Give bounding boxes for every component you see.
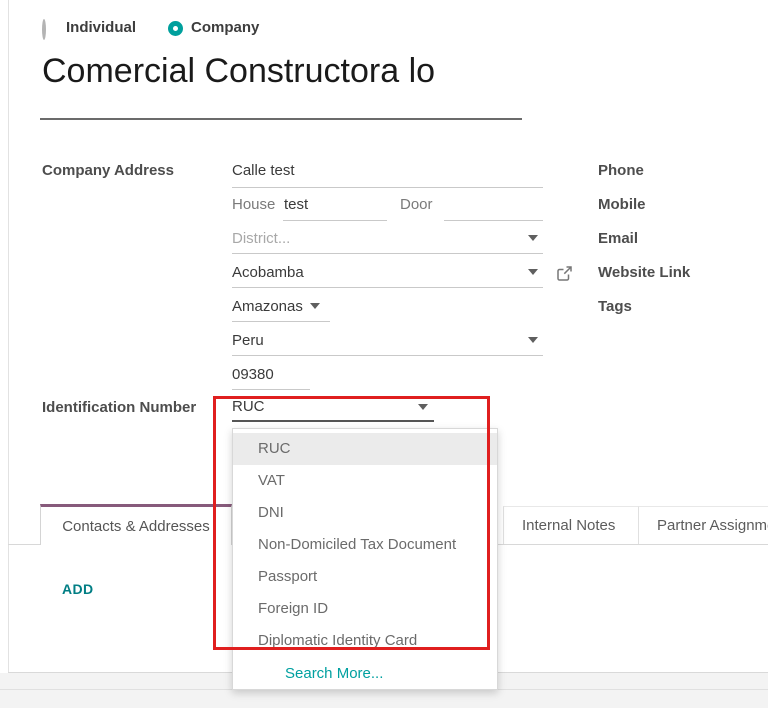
house-underline xyxy=(283,220,387,221)
tags-label: Tags xyxy=(598,298,632,315)
tab-internal-notes[interactable]: Internal Notes xyxy=(503,506,638,544)
tab-partner-assignment-label: Partner Assignment xyxy=(639,517,768,534)
radio-individual-label[interactable]: Individual xyxy=(66,19,136,36)
search-more-link[interactable]: Search More... xyxy=(233,657,497,690)
dropdown-item-foreign-id[interactable]: Foreign ID xyxy=(233,593,497,625)
mobile-label: Mobile xyxy=(598,196,646,213)
company-name-underline xyxy=(40,118,522,120)
identification-number-label: Identification Number xyxy=(42,399,196,416)
house-input[interactable]: test xyxy=(284,196,308,213)
dropdown-item-non-domiciled[interactable]: Non-Domiciled Tax Document xyxy=(233,529,497,561)
radio-company-label[interactable]: Company xyxy=(191,19,259,36)
zip-input[interactable]: 09380 xyxy=(232,366,274,383)
tab-contacts-addresses-label: Contacts & Addresses xyxy=(62,518,210,535)
state-select[interactable]: Amazonas xyxy=(232,298,303,315)
district-select[interactable]: District... xyxy=(232,230,290,247)
city-underline xyxy=(232,287,543,288)
district-underline xyxy=(232,253,543,254)
radio-individual-icon[interactable] xyxy=(42,19,46,40)
country-select[interactable]: Peru xyxy=(232,332,264,349)
identification-type-dropdown: RUC VAT DNI Non-Domiciled Tax Document P… xyxy=(232,428,498,690)
zip-underline xyxy=(232,389,310,390)
sheet-left-border xyxy=(8,0,9,673)
state-underline xyxy=(232,321,330,322)
contact-form-screen: Individual Company Comercial Constructor… xyxy=(0,0,768,708)
identification-select-underline xyxy=(232,420,434,422)
radio-company-icon[interactable] xyxy=(168,21,183,36)
door-label: Door xyxy=(400,196,433,213)
country-underline xyxy=(232,355,543,356)
city-select[interactable]: Acobamba xyxy=(232,264,304,281)
add-button[interactable]: ADD xyxy=(62,581,94,597)
email-label: Email xyxy=(598,230,638,247)
house-label: House xyxy=(232,196,275,213)
company-name-input[interactable]: Comercial Constructora lo xyxy=(42,52,524,91)
chevron-down-icon[interactable] xyxy=(418,404,428,410)
door-underline xyxy=(444,220,543,221)
dropdown-item-diplomatic[interactable]: Diplomatic Identity Card xyxy=(233,625,497,657)
identification-type-select[interactable]: RUC xyxy=(232,398,265,415)
chevron-down-icon[interactable] xyxy=(310,303,320,309)
website-link-label: Website Link xyxy=(598,264,690,281)
dropdown-item-vat[interactable]: VAT xyxy=(233,465,497,497)
tab-partner-assignment[interactable]: Partner Assignment xyxy=(638,506,768,544)
chevron-down-icon[interactable] xyxy=(528,235,538,241)
street-input[interactable]: Calle test xyxy=(232,162,295,179)
street-underline xyxy=(232,187,543,188)
dropdown-item-passport[interactable]: Passport xyxy=(233,561,497,593)
tab-internal-notes-label: Internal Notes xyxy=(504,517,615,534)
radio-company[interactable] xyxy=(168,21,183,36)
company-address-label: Company Address xyxy=(42,162,174,179)
phone-label: Phone xyxy=(598,162,644,179)
chevron-down-icon[interactable] xyxy=(528,337,538,343)
tab-contacts-addresses[interactable]: Contacts & Addresses xyxy=(40,504,232,545)
chevron-down-icon[interactable] xyxy=(528,269,538,275)
radio-individual[interactable] xyxy=(42,21,46,39)
dropdown-item-ruc[interactable]: RUC xyxy=(233,433,497,465)
external-link-icon[interactable] xyxy=(556,265,573,282)
dropdown-item-dni[interactable]: DNI xyxy=(233,497,497,529)
